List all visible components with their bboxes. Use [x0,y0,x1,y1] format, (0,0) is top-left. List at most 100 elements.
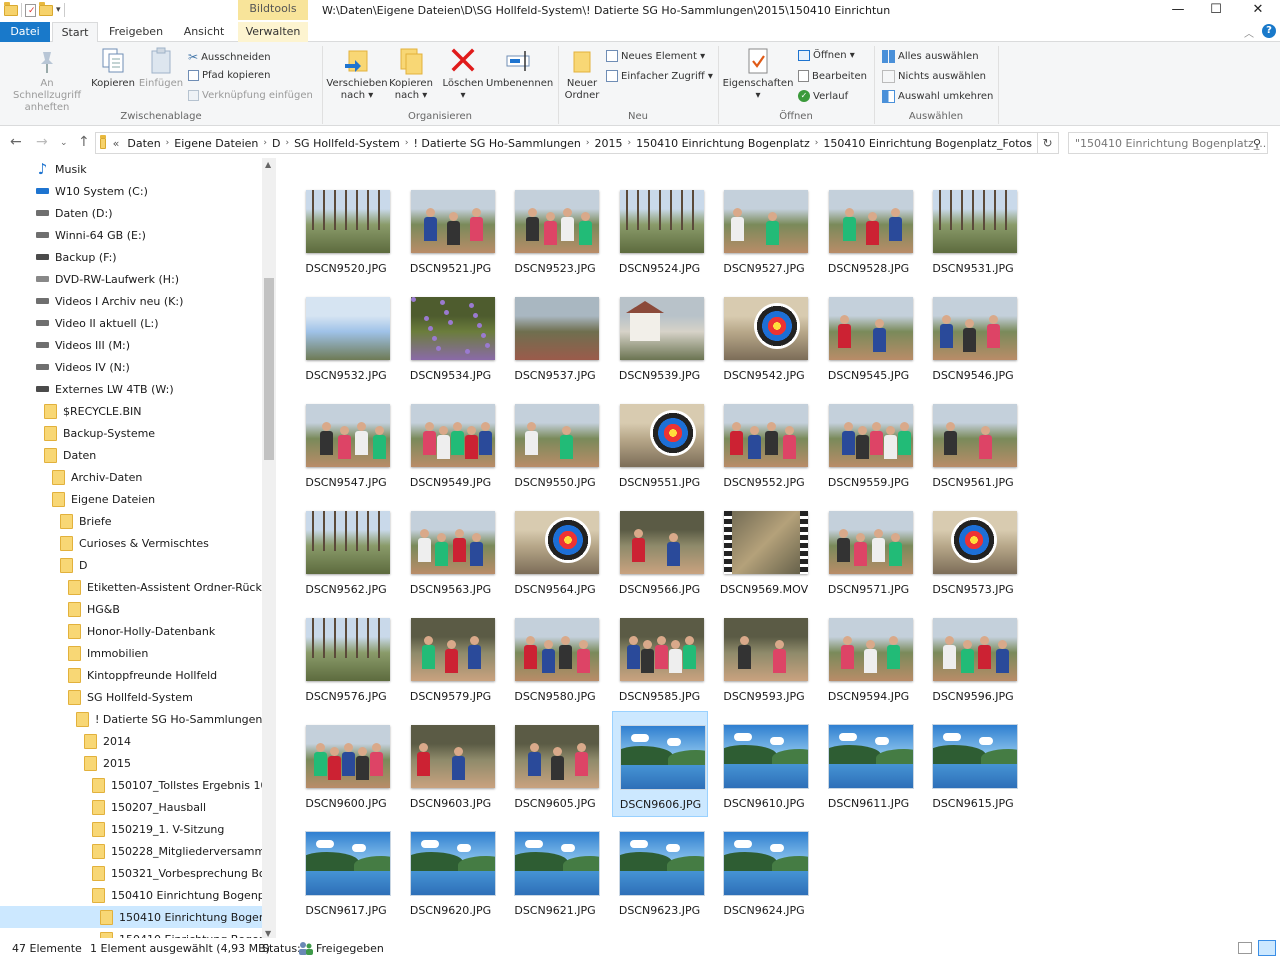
qat-dropdown-icon[interactable]: ▾ [56,5,61,15]
file-tile[interactable]: DSCN9600.JPG [298,711,394,817]
tree-item[interactable]: Daten (D:) [36,202,113,224]
select-none-button[interactable]: Nichts auswählen [882,70,986,83]
minimize-button[interactable]: — [1158,0,1198,20]
tree-item[interactable]: Videos I Archiv neu (K:) [36,290,183,312]
tree-item[interactable]: 150410 Einrichtung Bogenplatz [92,884,276,906]
history-button[interactable]: ✓ Verlauf [798,90,848,102]
copy-path-button[interactable]: Pfad kopieren [188,70,270,81]
file-tile[interactable]: DSCN9606.JPG [611,711,708,817]
tree-item[interactable]: Etiketten-Assistent Ordner-Rückensc [68,576,276,598]
new-folder-icon[interactable] [39,1,53,16]
tree-item[interactable]: 2014 [84,730,131,752]
breadcrumb-eigene-dateien[interactable]: Eigene Dateien [169,137,263,150]
tab-datei[interactable]: Datei [0,22,50,42]
tree-item[interactable]: ! Datierte SG Ho-Sammlungen [76,708,262,730]
tree-item[interactable]: Video II aktuell (L:) [36,312,159,334]
edit-button[interactable]: Bearbeiten [798,70,867,82]
file-tile[interactable]: DSCN9551.JPG [612,390,708,496]
breadcrumb-datierte[interactable]: ! Datierte SG Ho-Sammlungen [408,137,585,150]
collapse-ribbon-icon[interactable]: ︿ [1244,25,1254,40]
new-item-button[interactable]: Neues Element ▾ [606,50,705,62]
tree-item[interactable]: SG Hollfeld-System [68,686,193,708]
file-tile[interactable]: DSCN9527.JPG [716,176,812,282]
file-tile[interactable]: DSCN9561.JPG [925,390,1021,496]
copy-button[interactable]: Kopieren [90,46,136,90]
file-tile[interactable]: DSCN9549.JPG [403,390,499,496]
tree-item[interactable]: Winni-64 GB (E:) [36,224,146,246]
tree-item[interactable]: D [60,554,87,576]
file-tile[interactable]: DSCN9550.JPG [507,390,603,496]
file-tile[interactable]: DSCN9593.JPG [716,604,812,710]
pin-quick-access-button[interactable]: An Schnellzugriff anheften [6,46,88,114]
tree-item[interactable]: 150321_Vorbesprechung Bogens [92,862,276,884]
copy-to-button[interactable]: Kopieren nach ▾ [388,46,434,102]
easy-access-button[interactable]: Einfacher Zugriff ▾ [606,70,713,82]
help-icon[interactable]: ? [1262,24,1276,38]
tree-item[interactable]: 150228_Mitgliederversammlung [92,840,276,862]
details-view-icon[interactable] [1238,942,1252,954]
rename-button[interactable]: Umbenennen [486,46,553,90]
file-tile[interactable]: DSCN9539.JPG [612,283,708,389]
tree-item[interactable]: 150207_Hausball [92,796,206,818]
file-tile[interactable]: DSCN9532.JPG [298,283,394,389]
file-tile[interactable]: DSCN9520.JPG [298,176,394,282]
refresh-icon[interactable]: ↻ [1037,132,1059,154]
scroll-down-icon[interactable]: ▼ [265,929,271,938]
scrollbar-thumb[interactable] [264,278,274,460]
tree-item[interactable]: HG&B [68,598,120,620]
navigation-scrollbar[interactable]: ▲ ▼ [262,158,276,940]
up-arrow-icon[interactable]: ↑ [78,134,90,150]
file-tile[interactable]: DSCN9594.JPG [821,604,917,710]
file-tile[interactable]: DSCN9528.JPG [821,176,917,282]
file-tile[interactable]: DSCN9576.JPG [298,604,394,710]
tab-verwalten[interactable]: Verwalten [238,22,308,42]
tree-item[interactable]: Videos III (M:) [36,334,130,356]
tree-item[interactable]: DVD-RW-Laufwerk (H:) [36,268,179,290]
properties-button[interactable]: Eigenschaften ▾ [722,46,794,102]
folder-icon[interactable] [4,1,18,16]
file-tile[interactable]: DSCN9545.JPG [821,283,917,389]
invert-selection-button[interactable]: Auswahl umkehren [882,90,993,103]
move-to-button[interactable]: Verschieben nach ▾ [326,46,388,102]
tree-item[interactable]: $RECYCLE.BIN [44,400,141,422]
file-tile[interactable]: DSCN9562.JPG [298,497,394,603]
file-tile[interactable]: DSCN9552.JPG [716,390,812,496]
file-tile[interactable]: DSCN9611.JPG [821,711,917,817]
tree-item[interactable]: Videos IV (N:) [36,356,130,378]
file-tile[interactable]: DSCN9585.JPG [612,604,708,710]
file-tile[interactable]: DSCN9537.JPG [507,283,603,389]
file-tile[interactable]: DSCN9605.JPG [507,711,603,817]
file-tile[interactable]: DSCN9621.JPG [507,818,603,924]
tree-item[interactable]: Kintoppfreunde Hollfeld [68,664,217,686]
tree-item[interactable]: Honor-Holly-Datenbank [68,620,215,642]
delete-button[interactable]: Löschen ▾ [440,46,486,102]
back-arrow-icon[interactable]: ← [10,134,22,150]
file-tile[interactable]: DSCN9569.MOV [716,497,812,603]
address-dropdown-icon[interactable]: ⌄ [1025,136,1033,147]
tree-item[interactable]: Externes LW 4TB (W:) [36,378,174,400]
breadcrumb-d[interactable]: D [267,137,285,150]
file-tile[interactable]: DSCN9624.JPG [716,818,812,924]
tab-ansicht[interactable]: Ansicht [176,22,232,42]
breadcrumb-overflow[interactable]: « [110,137,123,150]
close-button[interactable]: ✕ [1238,0,1278,20]
file-tile[interactable]: DSCN9623.JPG [612,818,708,924]
breadcrumb-einrichtung[interactable]: 150410 Einrichtung Bogenplatz [631,137,815,150]
file-tile[interactable]: DSCN9523.JPG [507,176,603,282]
file-tile[interactable]: DSCN9521.JPG [403,176,499,282]
breadcrumb-daten[interactable]: Daten [122,137,165,150]
file-tile[interactable]: DSCN9617.JPG [298,818,394,924]
tree-item[interactable]: 150107_Tollstes Ergebnis 106,7 [92,774,276,796]
tab-start[interactable]: Start [52,22,98,43]
tree-item[interactable]: Backup (F:) [36,246,117,268]
file-tile[interactable]: DSCN9615.JPG [925,711,1021,817]
file-tile[interactable]: DSCN9563.JPG [403,497,499,603]
file-tile[interactable]: DSCN9524.JPG [612,176,708,282]
file-tile[interactable]: DSCN9559.JPG [821,390,917,496]
large-icons-view-icon[interactable] [1258,940,1276,956]
breadcrumb-fotos[interactable]: 150410 Einrichtung Bogenplatz_Fotos [818,137,1037,150]
file-tile[interactable]: DSCN9610.JPG [716,711,812,817]
address-bar[interactable]: « Daten › Eigene Dateien › D › SG Hollfeld-… [95,132,1038,154]
maximize-button[interactable]: ☐ [1196,0,1236,20]
file-tile[interactable]: DSCN9546.JPG [925,283,1021,389]
